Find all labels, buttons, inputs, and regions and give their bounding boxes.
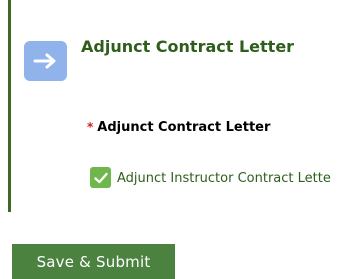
contract-checkbox[interactable] xyxy=(90,167,111,188)
arrow-right-icon xyxy=(24,41,67,81)
section-card: Adjunct Contract Letter * Adjunct Contrac… xyxy=(8,0,345,212)
field-label-text: Adjunct Contract Letter xyxy=(97,120,271,135)
field-label: * Adjunct Contract Letter xyxy=(87,120,270,135)
required-marker: * xyxy=(87,120,94,134)
checkmark-icon xyxy=(93,172,108,183)
checkbox-label[interactable]: Adjunct Instructor Contract Lette xyxy=(117,171,331,186)
save-submit-button[interactable]: Save & Submit xyxy=(12,244,175,279)
section-title: Adjunct Contract Letter xyxy=(81,37,295,56)
